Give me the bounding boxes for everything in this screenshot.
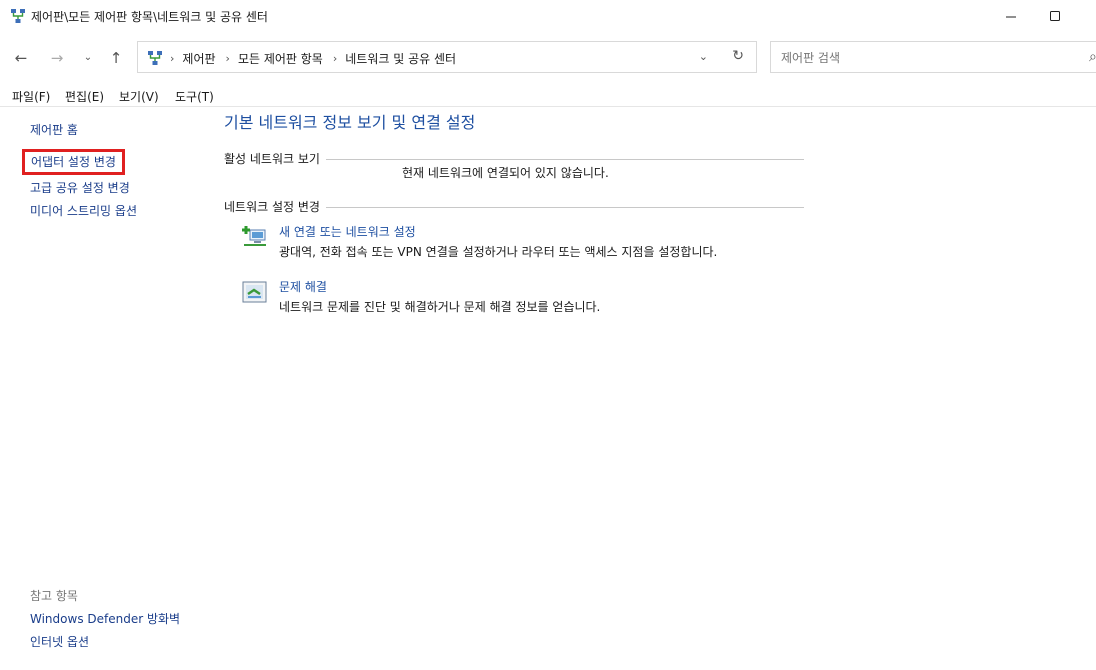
crumb-control-panel[interactable]: 제어판 <box>182 50 215 67</box>
network-center-icon <box>11 9 25 23</box>
section-label: 네트워크 설정 변경 <box>224 198 326 215</box>
address-dropdown-icon[interactable]: ⌄ <box>699 50 708 63</box>
troubleshoot-description: 네트워크 문제를 진단 및 해결하거나 문제 해결 정보를 얻습니다. <box>279 300 601 314</box>
sidebar-advanced-sharing[interactable]: 고급 공유 설정 변경 <box>30 179 130 196</box>
see-also-firewall[interactable]: Windows Defender 방화벽 <box>30 610 180 627</box>
no-connection-text: 현재 네트워크에 연결되어 있지 않습니다. <box>402 166 609 180</box>
menu-view[interactable]: 보기(V) <box>119 88 159 105</box>
see-also-title: 참고 항목 <box>30 589 78 603</box>
menu-file[interactable]: 파일(F) <box>12 88 50 105</box>
forward-button[interactable]: → <box>46 48 68 68</box>
page-title: 기본 네트워크 정보 보기 및 연결 설정 <box>224 113 476 132</box>
recent-locations-button[interactable]: ⌄ <box>77 48 99 68</box>
maximize-icon <box>1049 10 1060 21</box>
forward-arrow-icon: → <box>50 49 64 67</box>
menu-tools[interactable]: 도구(T) <box>175 88 214 105</box>
window-title: 제어판\모든 제어판 항목\네트워크 및 공유 센터 <box>31 10 268 24</box>
new-connection-link[interactable]: 새 연결 또는 네트워크 설정 <box>279 223 416 240</box>
network-center-icon <box>148 51 162 65</box>
up-button[interactable]: ↑ <box>105 48 127 68</box>
search-icon[interactable]: ⌕ <box>1089 49 1096 65</box>
up-arrow-icon: ↑ <box>109 49 123 67</box>
address-bar[interactable]: › 제어판 › 모든 제어판 항목 › 네트워크 및 공유 센터 ⌄ ↻ <box>137 41 757 73</box>
see-also-internet-options[interactable]: 인터넷 옵션 <box>30 633 89 650</box>
crumb-network-center[interactable]: 네트워크 및 공유 센터 <box>345 50 456 67</box>
change-settings-section: 네트워크 설정 변경 <box>224 198 804 215</box>
sidebar: 제어판 홈 어댑터 설정 변경 고급 공유 설정 변경 미디어 스트리밍 옵션 … <box>0 107 200 670</box>
breadcrumb: › 제어판 › 모든 제어판 항목 › 네트워크 및 공유 센터 <box>170 50 466 67</box>
back-arrow-icon: ← <box>14 49 28 67</box>
chevron-right-icon: › <box>170 52 175 65</box>
maximize-button[interactable] <box>1032 0 1078 32</box>
crumb-all-items[interactable]: 모든 제어판 항목 <box>238 50 323 67</box>
address-row: ← → ⌄ ↑ › 제어판 › 모든 제어판 항목 › 네트워크 및 공유 센터… <box>0 40 1096 76</box>
chevron-right-icon: › <box>225 52 230 65</box>
sidebar-control-panel-home[interactable]: 제어판 홈 <box>30 121 78 138</box>
search-box[interactable]: ⌕ <box>770 41 1096 73</box>
new-connection-icon <box>242 226 266 246</box>
chevron-right-icon: › <box>332 52 338 65</box>
title-bar: 제어판\모든 제어판 항목\네트워크 및 공유 센터 <box>0 0 1096 32</box>
troubleshoot-icon <box>242 281 267 303</box>
section-label: 활성 네트워크 보기 <box>224 150 326 167</box>
back-button[interactable]: ← <box>10 48 32 68</box>
minimize-icon <box>1005 16 1016 17</box>
menu-bar: 파일(F) 편집(E) 보기(V) 도구(T) <box>0 86 1096 107</box>
sidebar-media-streaming[interactable]: 미디어 스트리밍 옵션 <box>30 202 137 219</box>
menu-edit[interactable]: 편집(E) <box>65 88 104 105</box>
new-connection-description: 광대역, 전화 접속 또는 VPN 연결을 설정하거나 라우터 또는 액세스 지… <box>279 245 718 259</box>
troubleshoot-link[interactable]: 문제 해결 <box>279 278 327 295</box>
sidebar-change-adapter-settings[interactable]: 어댑터 설정 변경 <box>22 149 125 175</box>
minimize-button[interactable] <box>988 0 1034 32</box>
chevron-down-icon: ⌄ <box>83 52 93 63</box>
refresh-icon[interactable]: ↻ <box>732 48 744 64</box>
search-input[interactable] <box>779 48 1083 68</box>
